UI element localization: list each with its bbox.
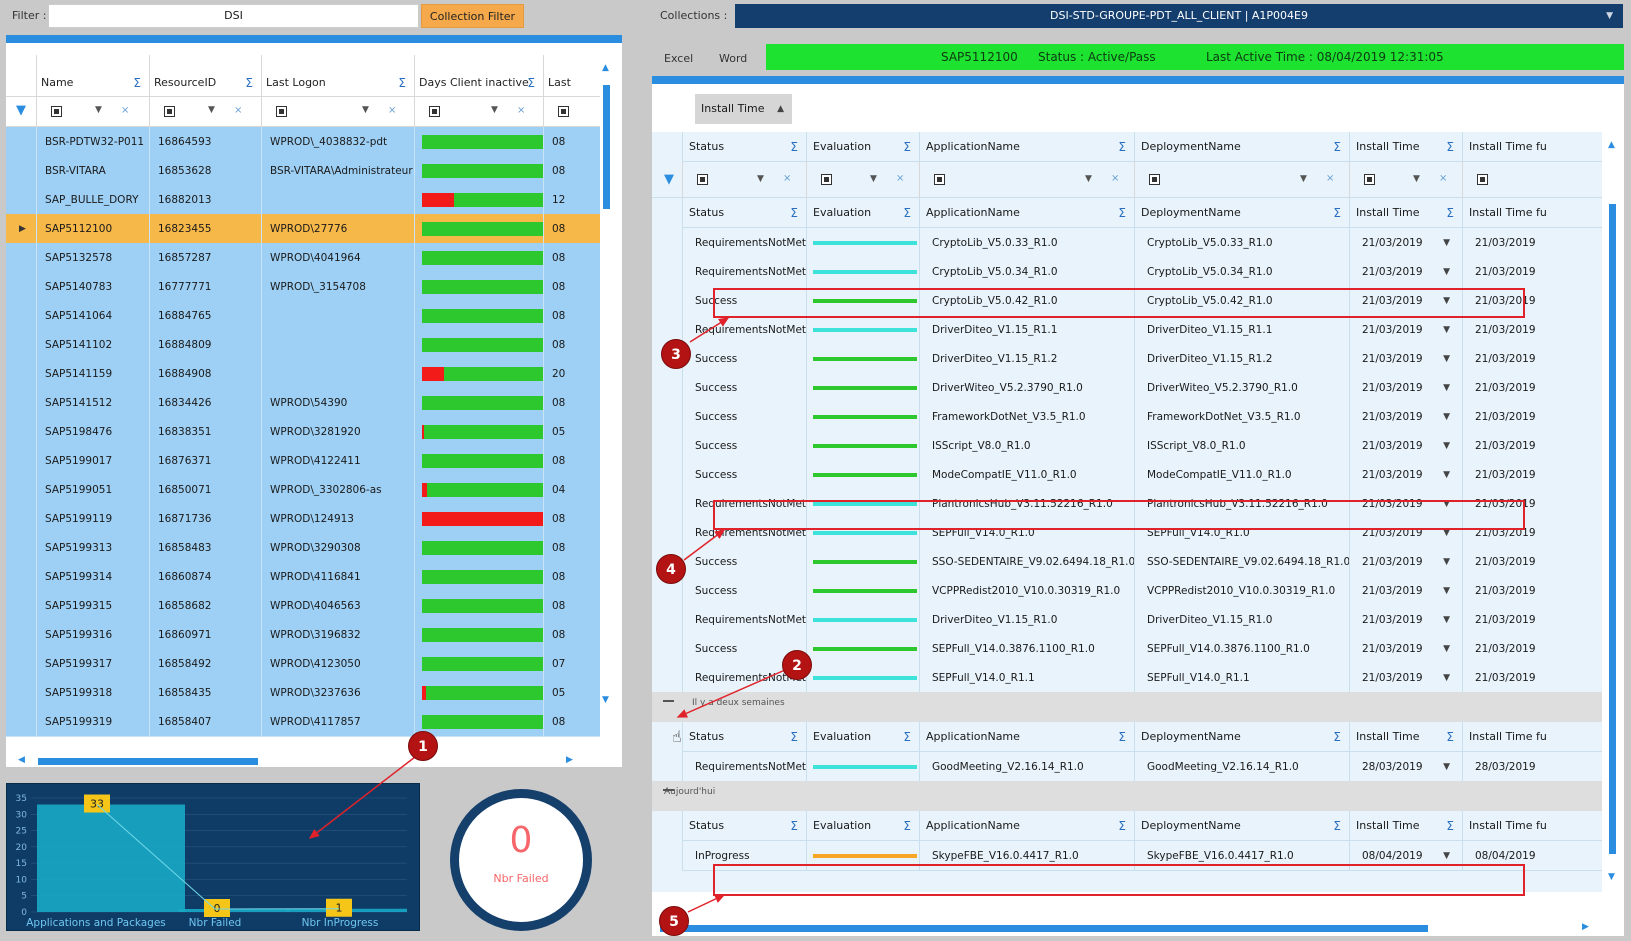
annotation-marker-4: 4: [656, 554, 686, 584]
annotation-marker-5: 5: [659, 906, 689, 936]
annotation-marker-2: 2: [782, 650, 812, 680]
annotation-arrows: [308, 317, 786, 913]
arrow-2: [676, 669, 786, 718]
arrow-1: [308, 756, 416, 839]
arrow-4: [683, 529, 726, 561]
annotation-marker-3: 3: [661, 339, 691, 369]
annotation-marker-1: 1: [408, 731, 438, 761]
arrow-3: [689, 317, 730, 343]
arrow-5: [687, 894, 726, 913]
